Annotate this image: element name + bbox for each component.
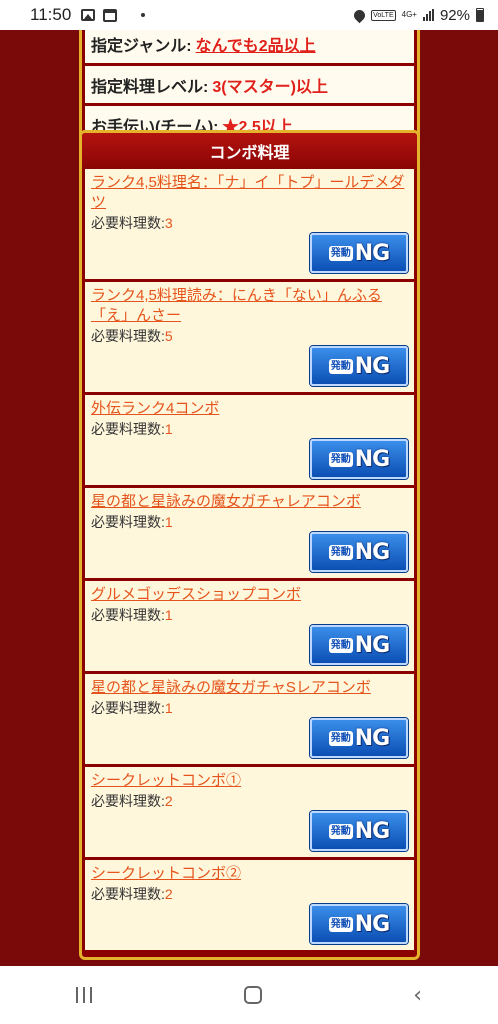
combo-list: ランク4,5料理名：「ナ」イ「トプ」ールデメダツ 必要料理数:3 発動 NG ラン…: [82, 169, 417, 950]
status-time: 11:50: [30, 5, 72, 24]
combo-item: ランク4,5料理読み：にんき「ない」んふる「え」んさー 必要料理数:5 発動 NG: [85, 282, 414, 392]
level-row: 指定料理レベル: 3(マスター)以上: [85, 65, 414, 104]
combo-item: 外伝ランク4コンボ 必要料理数:1 発動 NG: [85, 395, 414, 485]
combo-item-requirement: 必要料理数:1: [91, 607, 173, 623]
combo-item: 星の都と星詠みの魔女ガチャSレアコンボ 必要料理数:1 発動 NG: [85, 674, 414, 764]
activate-ng-button[interactable]: 発動 NG: [310, 625, 408, 665]
combo-item-requirement: 必要料理数:2: [91, 793, 173, 809]
dot-icon: [141, 13, 146, 17]
notification-icons: [81, 8, 146, 22]
back-icon[interactable]: ‹: [413, 983, 422, 1008]
combo-item: グルメゴッデスショップコンボ 必要料理数:1 発動 NG: [85, 581, 414, 671]
combo-item-link[interactable]: 星の都と星詠みの魔女ガチャSレアコンボ: [91, 678, 408, 698]
combo-item: ランク4,5料理名：「ナ」イ「トプ」ールデメダツ 必要料理数:3 発動 NG: [85, 169, 414, 279]
combo-item-requirement: 必要料理数:3: [91, 215, 173, 231]
combo-header: コンボ料理: [82, 133, 417, 169]
combo-item-link[interactable]: ランク4,5料理名：「ナ」イ「トプ」ールデメダツ: [91, 173, 408, 213]
level-label: 指定料理レベル:: [91, 78, 209, 96]
combo-item-requirement: 必要料理数:1: [91, 514, 173, 530]
system-icons: VoLTE 4G+ 92%: [351, 6, 484, 24]
activate-ng-button[interactable]: 発動 NG: [310, 532, 408, 572]
combo-item: 星の都と星詠みの魔女ガチャレアコンボ 必要料理数:1 発動 NG: [85, 488, 414, 578]
required-count: 2: [164, 886, 173, 902]
activate-ng-button[interactable]: 発動 NG: [310, 904, 408, 944]
network-type: 4G+: [401, 10, 417, 19]
combo-item-requirement: 必要料理数:1: [91, 700, 173, 716]
combo-item-link[interactable]: グルメゴッデスショップコンボ: [91, 585, 408, 605]
recent-apps-icon[interactable]: [75, 987, 92, 1003]
genre-row: 指定ジャンル: なんでも2品以上: [85, 30, 414, 63]
combo-item: シークレットコンボ① 必要料理数:2 発動 NG: [85, 767, 414, 857]
combo-item-link[interactable]: ランク4,5料理読み：にんき「ない」んふる「え」んさー: [91, 286, 408, 326]
combo-item-requirement: 必要料理数:5: [91, 328, 173, 344]
combo-item-requirement: 必要料理数:2: [91, 886, 173, 902]
navigation-bar: ‹: [0, 966, 498, 1024]
image-icon: [81, 9, 96, 21]
battery-percent: 92%: [439, 6, 470, 24]
calendar-icon: [103, 8, 118, 22]
combo-item-requirement: 必要料理数:1: [91, 421, 173, 437]
combo-item: シークレットコンボ② 必要料理数:2 発動 NG: [85, 860, 414, 950]
activate-ng-button[interactable]: 発動 NG: [310, 233, 408, 273]
location-icon: [351, 7, 368, 23]
activate-ng-button[interactable]: 発動 NG: [310, 718, 408, 758]
activate-ng-button[interactable]: 発動 NG: [310, 439, 408, 479]
volte-icon: VoLTE: [371, 9, 396, 21]
required-count: 1: [164, 514, 173, 530]
battery-icon: [476, 8, 484, 22]
combo-item-link[interactable]: 外伝ランク4コンボ: [91, 399, 408, 419]
genre-label: 指定ジャンル:: [91, 37, 192, 55]
home-icon[interactable]: [243, 986, 262, 1004]
signal-icon: [422, 9, 434, 21]
combo-item-link[interactable]: シークレットコンボ①: [91, 771, 408, 791]
required-count: 1: [164, 607, 173, 623]
level-value: 3(マスター)以上: [212, 78, 328, 96]
required-count: 1: [164, 700, 173, 716]
required-count: 5: [164, 328, 173, 344]
required-count: 2: [164, 793, 173, 809]
combo-item-link[interactable]: シークレットコンボ②: [91, 864, 408, 884]
required-count: 1: [164, 421, 173, 437]
activate-ng-button[interactable]: 発動 NG: [310, 811, 408, 851]
status-bar: 11:50 VoLTE 4G+ 92%: [0, 0, 498, 30]
page-content: 指定ジャンル: なんでも2品以上 指定料理レベル: 3(マスター)以上 お手伝い…: [0, 30, 498, 966]
activate-ng-button[interactable]: 発動 NG: [310, 346, 408, 386]
genre-value[interactable]: なんでも2品以上: [196, 32, 316, 56]
required-count: 3: [164, 215, 173, 231]
combo-section: コンボ料理 ランク4,5料理名：「ナ」イ「トプ」ールデメダツ 必要料理数:3 発…: [79, 130, 420, 960]
combo-item-link[interactable]: 星の都と星詠みの魔女ガチャレアコンボ: [91, 492, 408, 512]
